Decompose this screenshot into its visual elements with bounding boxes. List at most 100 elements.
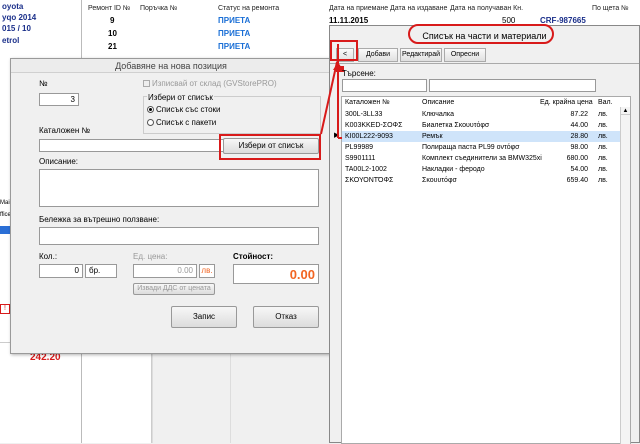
tab-refresh[interactable]: Опресни [444, 48, 486, 62]
column-header: Вал. [598, 99, 613, 106]
column-header: По щета № [592, 5, 629, 12]
radio-goods-list[interactable]: Списък със стоки [147, 105, 221, 114]
quantity-input[interactable]: 0 [39, 264, 83, 278]
cell-cur: лв. [598, 166, 608, 173]
side-error-icon: ! [0, 304, 10, 314]
row-status[interactable]: ПРИЕТА [218, 29, 250, 38]
cell-cur: лв. [598, 155, 608, 162]
table-row[interactable]: TA00L2-1002 Накладки - феродо 54.00 лв. [342, 164, 630, 175]
row-status[interactable]: ПРИЕТА [218, 42, 250, 51]
table-row[interactable]: PL99989 Полираща паста PL99 οντόφσ 98.00 лв… [342, 142, 630, 153]
checkbox-icon [143, 80, 150, 88]
unit-field[interactable]: бр. [85, 264, 117, 278]
cell-code: S9901111 [345, 155, 376, 162]
cell-desc: Ключалка [422, 111, 454, 118]
cell-cur: лв. [598, 144, 608, 151]
cost-value: 0.00 [233, 264, 319, 284]
cell-desc: Полираща паста PL99 οντόφσ [422, 144, 520, 151]
number-input[interactable]: 3 [39, 93, 79, 106]
column-header: Описание [422, 99, 455, 106]
row-id[interactable]: 10 [108, 29, 117, 38]
catalog-input[interactable] [39, 139, 229, 152]
radio-goods-label: Списък със стоки [156, 105, 221, 114]
column-header: Ед. крайна цена [540, 99, 593, 106]
description-label: Описание: [39, 157, 79, 166]
cell-cur: лв. [598, 111, 608, 118]
column-header: Дата на издаване [390, 5, 448, 12]
cell-code: TA00L2-1002 [345, 166, 387, 173]
catalog-label: Каталожен № [39, 126, 91, 135]
search-label: Търсене: [342, 69, 376, 78]
save-button[interactable]: Запис [171, 306, 237, 328]
parts-table: Каталожен № Описание Ед. крайна цена Вал… [334, 96, 631, 444]
cell-code: KI00L222-9093 [345, 133, 393, 140]
description-textarea[interactable] [39, 169, 319, 207]
side-marker [0, 226, 10, 234]
choose-group-label: Избери от списък [147, 93, 214, 102]
annotation-choose-button-highlight [219, 134, 321, 160]
unit-price-label: Ед. цена: [133, 252, 168, 261]
quantity-label: Кол.: [39, 252, 58, 261]
table-row[interactable]: 300L-3LL33 Ключалка 87.22 лв. [342, 109, 630, 120]
table-row[interactable]: S9901111 Комплект съединители за BMW325xi… [342, 153, 630, 164]
cell-code: K003KKED-ΣΟΦΣ [345, 122, 403, 129]
radio-packages-list[interactable]: Списък с пакети [147, 118, 216, 127]
cell-price: 87.22 [570, 111, 588, 118]
column-header: Каталожен № [345, 99, 390, 106]
currency-field: лв. [199, 264, 215, 278]
cancel-button[interactable]: Отказ [253, 306, 319, 328]
table-row[interactable]: KI00L222-9093 Ремък 28.80 лв. [342, 131, 630, 142]
cell-desc: Комплект съединители за BMW325xi [422, 155, 542, 162]
cell-price: 98.00 [570, 144, 588, 151]
column-header: Дата на получаван Кн. [450, 5, 524, 12]
add-position-dialog: Добавяне на нова позиция № 3 Изписвай от… [10, 58, 332, 354]
cell-price: 28.80 [570, 133, 588, 140]
table-scrollbar[interactable]: ▲ [620, 107, 630, 444]
cost-label: Стойност: [233, 252, 274, 261]
tab-add[interactable]: Добави [358, 48, 398, 62]
table-row[interactable]: K003KKED-ΣΟΦΣ Биалетка Σκουυτόφσ 44.00 лв. [342, 120, 630, 131]
table-row[interactable]: ΣΚΟΥΟΝΤΌΦΣ Σκουυτόφσ 659.40 лв. [342, 175, 630, 186]
cell-code: 300L-3LL33 [345, 111, 383, 118]
divider [330, 63, 639, 64]
column-header: Статус на ремонта [218, 5, 280, 12]
unit-price-input[interactable]: 0.00 [133, 264, 197, 278]
cell-price: 659.40 [566, 177, 588, 184]
note-label: Бележка за вътрешно ползване: [39, 215, 160, 224]
cell-code: PL99989 [345, 144, 374, 151]
row-date[interactable]: 11.11.2015 [329, 16, 368, 25]
cell-cur: лв. [598, 133, 608, 140]
cell-price: 54.00 [570, 166, 588, 173]
column-header: Дата на приемане [329, 5, 389, 12]
row-id[interactable]: 21 [108, 42, 117, 51]
number-label: № [39, 79, 48, 88]
tab-edit[interactable]: Редактирай [400, 48, 442, 62]
cell-desc: Биалетка Σκουυτόφσ [422, 122, 490, 129]
cell-desc: Ремък [422, 133, 443, 140]
cell-cur: лв. [598, 122, 608, 129]
cell-price: 44.00 [570, 122, 588, 129]
row-status[interactable]: ПРИЕТА [218, 16, 250, 25]
warehouse-checkbox-label: Изписвай от склад (GVStorePRO) [152, 79, 277, 88]
car-line: oyota [2, 2, 24, 11]
column-header: Поръчка № [140, 5, 178, 12]
annotation-title-highlight [408, 24, 554, 44]
row-id[interactable]: 9 [110, 16, 114, 25]
warehouse-checkbox[interactable]: Изписвай от склад (GVStorePRO) [143, 79, 277, 88]
radio-icon [147, 119, 154, 127]
search-code-input[interactable] [342, 79, 427, 92]
dialog-title: Добавяне на нова позиция [11, 59, 331, 73]
scroll-up-icon[interactable]: ▲ [621, 107, 630, 115]
radio-packages-label: Списък с пакети [156, 118, 217, 127]
remove-vat-button[interactable]: Извади ДДС от цената [133, 283, 215, 295]
cell-desc: Σκουυτόφσ [422, 177, 457, 184]
annotation-back-highlight [330, 40, 358, 61]
column-header: Ремонт ID № [88, 5, 131, 12]
cell-cur: лв. [598, 177, 608, 184]
cell-code: ΣΚΟΥΟΝΤΌΦΣ [345, 177, 394, 184]
parts-list-window: Списък на части и материали < Добави Ред… [329, 25, 640, 444]
cell-price: 680.00 [566, 155, 588, 162]
search-description-input[interactable] [429, 79, 596, 92]
car-line: etrol [2, 36, 20, 45]
note-input[interactable] [39, 227, 319, 245]
